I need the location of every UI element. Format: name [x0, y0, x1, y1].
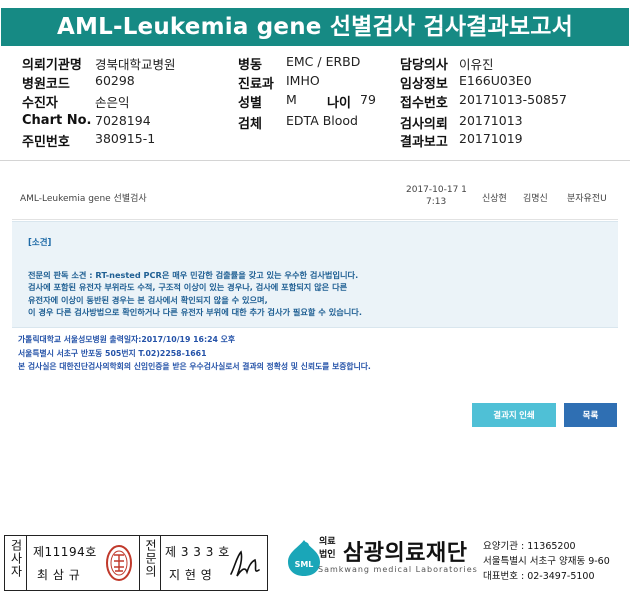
result-row: AML-Leukemia gene 선별검사 2017-10-17 1 7:13… [12, 176, 618, 220]
org-phone: 대표번호 : 02-3497-5100 [483, 571, 595, 582]
resident-label: 주민번호 [22, 135, 70, 150]
sex-value: M [286, 92, 297, 107]
report-value: 20171019 [459, 131, 523, 146]
ward-label: 병동 [238, 58, 262, 73]
doctor-value: 이유진 [459, 57, 494, 72]
footer-line: 가톨릭대학교 서울성모병원 출력일자:2017/10/19 16:24 오후 [18, 335, 236, 344]
specialist-license-no: 제 3 3 3 호 [165, 545, 230, 559]
info-row: 수진자 손은익 성별 M 나이 79 접수번호 20171013-50857 [0, 92, 630, 111]
age-value: 79 [360, 92, 376, 107]
test-name: AML-Leukemia gene 선별검사 [20, 194, 147, 204]
examiner-name: 최 삼 규 [37, 568, 81, 582]
code-value: 60298 [95, 73, 135, 88]
logo-text: SML [295, 560, 314, 569]
org-contact: 요양기관 : 11365200 서울특별시 서초구 양재동 9-60 대표번호 … [483, 539, 610, 584]
signature-box: 검사자 제11194호 최 삼 규 전문의 제 3 3 3 호 지 현 영 [4, 535, 268, 591]
specialist-label-text: 전문의 [143, 539, 158, 578]
receiver-label: 수진자 [22, 96, 58, 111]
request-value: 20171013 [459, 113, 523, 128]
receiver-value: 손은익 [95, 95, 130, 110]
info-row: 주민번호 380915-1 결과보고 20171019 [0, 131, 630, 150]
dept-value: IMHO [286, 73, 320, 88]
finding-heading: [소견] [28, 238, 52, 248]
finding-panel: [소견] 전문의 판독 소견 : RT-nested PCR은 매우 민감한 검… [12, 221, 618, 328]
print-result-button[interactable]: 결과지 인쇄 [472, 403, 556, 427]
specimen-label: 검체 [238, 117, 262, 132]
org-type-bottom: 법인 [319, 550, 336, 560]
list-button[interactable]: 목록 [564, 403, 617, 427]
chart-value: 7028194 [95, 113, 151, 128]
specialist-signature-icon [230, 550, 260, 577]
info-row: 의뢰기관명 경북대학교병원 병동 EMC / ERBD 담당의사 이유진 [0, 54, 630, 73]
clinical-value: E166U03E0 [459, 73, 532, 88]
examiner-seal-icon [106, 545, 132, 581]
ward-value: EMC / ERBD [286, 54, 361, 69]
examiner-label: 검사자 [5, 536, 27, 590]
resident-value: 380915-1 [95, 131, 156, 146]
hospital-value: 경북대학교병원 [95, 57, 176, 72]
org-address: 서울특별시 서초구 양재동 9-60 [483, 556, 610, 567]
sex-label: 성별 [238, 96, 262, 111]
footer-line: 서울특별시 서초구 반포동 505번지 T.02)2258-1661 [18, 348, 207, 358]
receipt-label: 접수번호 [400, 96, 448, 111]
examiner-label-text: 검사자 [9, 539, 23, 578]
finding-body: 전문의 판독 소견 : RT-nested PCR은 매우 민감한 검출률을 갖… [28, 269, 362, 319]
result-department: 분자유전U [567, 194, 607, 204]
org-english-name: Samkwang medical Laboratories [318, 565, 478, 574]
doctor-label: 담당의사 [400, 58, 448, 73]
receipt-value: 20171013-50857 [459, 92, 567, 107]
result-person-2: 김명신 [523, 194, 548, 204]
finding-line: 전문의 판독 소견 : RT-nested PCR은 매우 민감한 검출률을 갖… [28, 270, 359, 280]
hospital-label: 의뢰기관명 [22, 58, 82, 73]
specialist-name: 지 현 영 [169, 568, 213, 582]
examiner-license-no: 제11194호 [33, 545, 97, 559]
patient-info-section: 의뢰기관명 경북대학교병원 병동 EMC / ERBD 담당의사 이유진 병원코… [0, 52, 630, 152]
org-type-top: 의료 [319, 537, 336, 547]
info-row: 병원코드 60298 진료과 IMHO 임상정보 E166U03E0 [0, 73, 630, 92]
request-label: 검사의뢰 [400, 117, 448, 132]
code-label: 병원코드 [22, 77, 70, 92]
dept-label: 진료과 [238, 77, 274, 92]
info-row: Chart No. 7028194 검체 EDTA Blood 검사의뢰 201… [0, 113, 630, 132]
report-title: AML-Leukemia gene 선별검사 검사결과보고서 [1, 8, 629, 46]
clinical-label: 임상정보 [400, 77, 448, 92]
report-label: 결과보고 [400, 135, 448, 150]
finding-line: 이 경우 다른 검사방법으로 확인하거나 다른 유전자 부위에 대한 추가 검사… [28, 307, 362, 318]
finding-line: 검사에 포함된 유전자 부위라도 수적, 구조적 이상이 있는 경우나, 검사에… [28, 282, 348, 293]
chart-label: Chart No. [22, 113, 92, 128]
org-type: 의료 법인 [319, 536, 336, 562]
footer-line: 본 검사실은 대한진단검사의학회의 신임인증을 받은 우수검사실로서 결과의 정… [18, 362, 371, 371]
result-datetime-line1: 2017-10-17 1 [406, 185, 467, 195]
org-code: 요양기관 : 11365200 [483, 541, 576, 552]
org-name: 삼광의료재단 [343, 541, 468, 566]
section-divider [0, 160, 630, 161]
age-label: 나이 [327, 96, 351, 111]
result-datetime-line2: 7:13 [426, 197, 447, 207]
specialist-label: 전문의 [139, 536, 161, 590]
specimen-value: EDTA Blood [286, 113, 358, 128]
result-person-1: 신상현 [482, 194, 507, 204]
lab-footer-info: 가톨릭대학교 서울성모병원 출력일자:2017/10/19 16:24 오후 서… [18, 333, 371, 374]
finding-line: 유전자에 이상이 동반된 경우는 본 검사에서 확인되지 않을 수 있으며, [28, 294, 268, 305]
